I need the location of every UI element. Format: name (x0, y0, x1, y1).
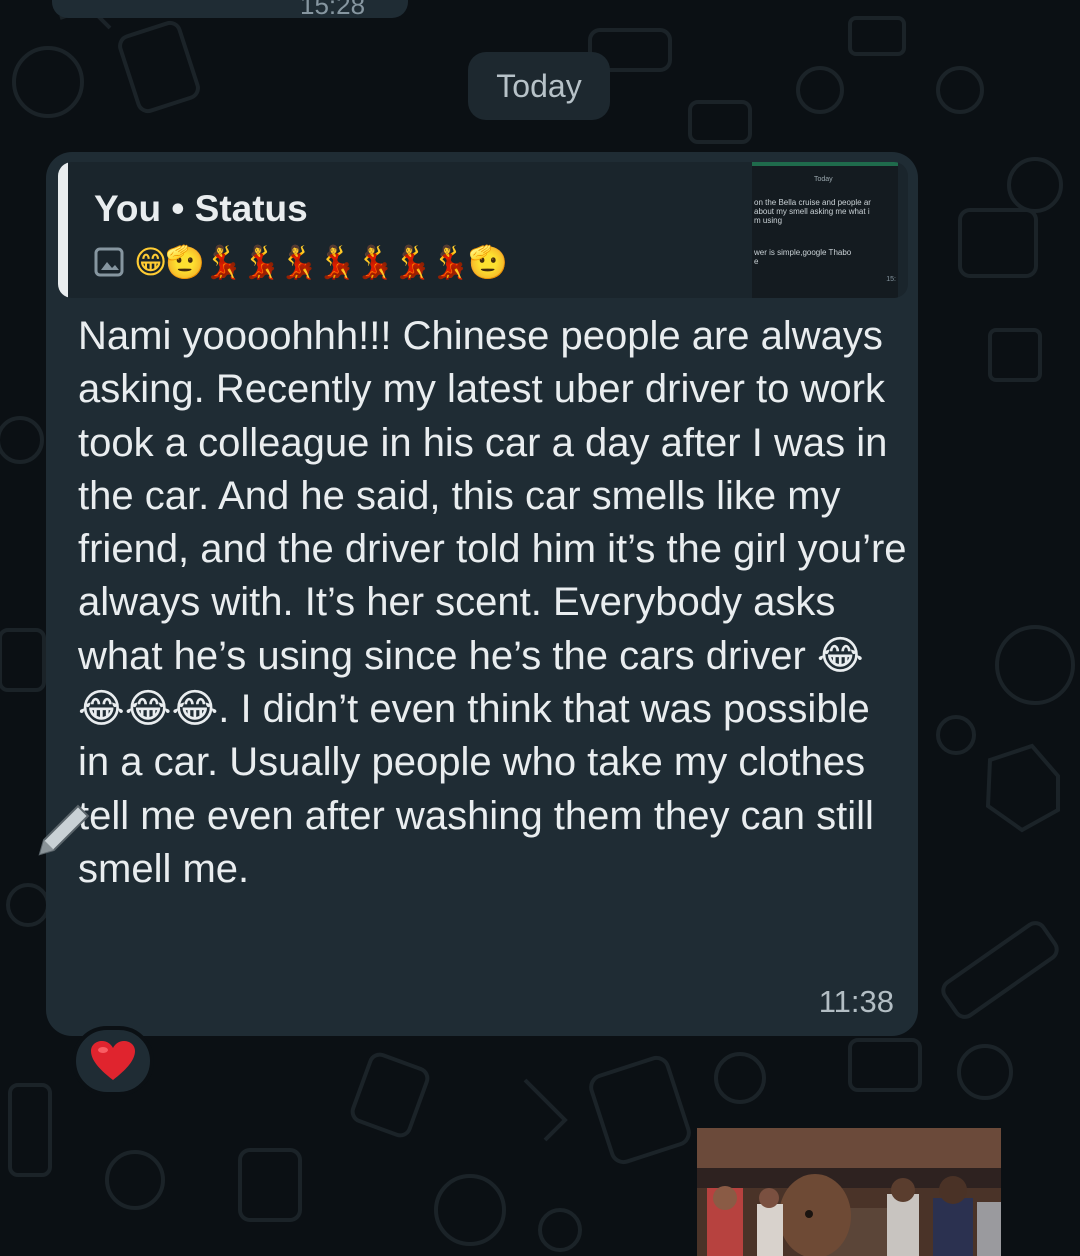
heart-icon (91, 1041, 135, 1080)
quoted-status-reply[interactable]: You • Status 😁🫡💃💃💃💃💃💃💃🫡 Today on the Bel… (58, 162, 908, 298)
crowd-photo (697, 1128, 1001, 1256)
message-time: 11:38 (818, 984, 894, 1019)
quote-title: You • Status (94, 188, 308, 229)
heart-reaction-icon[interactable] (72, 1026, 154, 1096)
quote-accent-bar (58, 162, 68, 298)
date-separator-label: Today (496, 67, 582, 104)
thumbnail-time: 15: (886, 276, 896, 283)
thumbnail-top-line (752, 162, 898, 166)
thumbnail-text-2: wer is simple,google Thabo e (754, 248, 852, 266)
pencil-icon (38, 804, 90, 856)
status-thumbnail: Today on the Bella cruise and people ar … (752, 162, 898, 298)
media-thumbnail[interactable] (697, 1128, 1001, 1256)
thumbnail-text-1: on the Bella cruise and people ar about … (754, 198, 871, 225)
date-separator: Today (468, 52, 610, 120)
image-icon (94, 247, 124, 277)
thumbnail-date: Today (814, 176, 833, 183)
previous-message-time: 15:28 (300, 0, 366, 20)
quote-emoji-preview: 😁🫡💃💃💃💃💃💃💃🫡 (134, 244, 508, 280)
message-bubble[interactable]: You • Status 😁🫡💃💃💃💃💃💃💃🫡 Today on the Bel… (46, 152, 918, 1036)
quote-preview-line: 😁🫡💃💃💃💃💃💃💃🫡 (94, 242, 508, 282)
message-text: Nami yoooohhh!!! Chinese people are alwa… (78, 314, 918, 891)
